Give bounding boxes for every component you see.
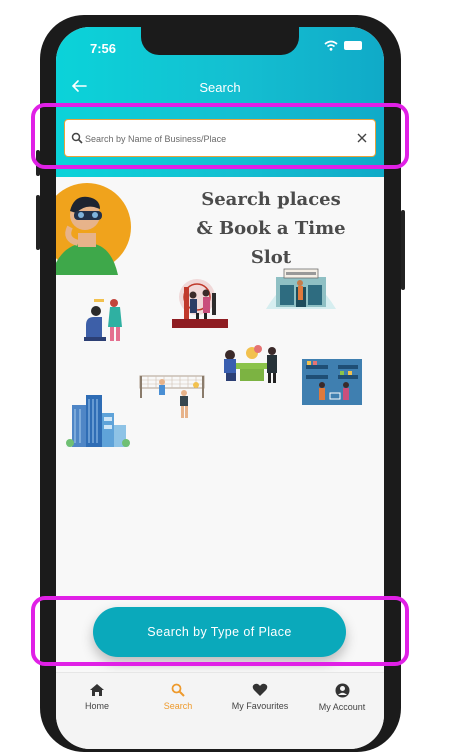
nav-item-favourites[interactable]: My Favourites	[219, 683, 301, 711]
restaurant-illustration	[224, 345, 277, 383]
grocery-store-illustration	[302, 359, 362, 405]
nav-label-home: Home	[84, 701, 109, 711]
notch	[141, 27, 299, 55]
side-button	[401, 210, 405, 290]
wifi-icon	[324, 40, 338, 51]
nav-item-home[interactable]: Home	[56, 683, 138, 711]
nav-item-search[interactable]: Search	[137, 683, 219, 711]
headline-line1: Search places	[201, 189, 341, 210]
gym-illustration	[172, 279, 228, 328]
nav-label-account: My Account	[318, 702, 366, 712]
account-icon	[335, 683, 349, 698]
nav-label-favourites: My Favourites	[231, 701, 289, 711]
salon-illustration	[84, 299, 122, 341]
highlight-search-bar	[31, 103, 409, 169]
status-time: 7:56	[90, 41, 117, 56]
bottom-navigation: Home Search My Favourites My Account	[56, 672, 384, 749]
nav-item-account[interactable]: My Account	[301, 683, 383, 712]
home-icon	[90, 684, 104, 696]
page-title: Search	[199, 80, 241, 95]
nav-label-search: Search	[163, 701, 193, 711]
storefront-illustration	[266, 268, 336, 309]
search-icon	[171, 683, 185, 697]
volleyball-illustration	[139, 375, 205, 418]
battery-icon	[344, 41, 362, 50]
highlight-type-button	[31, 596, 409, 666]
city-buildings-illustration	[66, 395, 130, 447]
heart-icon	[252, 683, 268, 696]
side-button	[36, 195, 40, 250]
status-icons	[324, 40, 362, 51]
person-binoculars-illustration	[56, 183, 131, 275]
